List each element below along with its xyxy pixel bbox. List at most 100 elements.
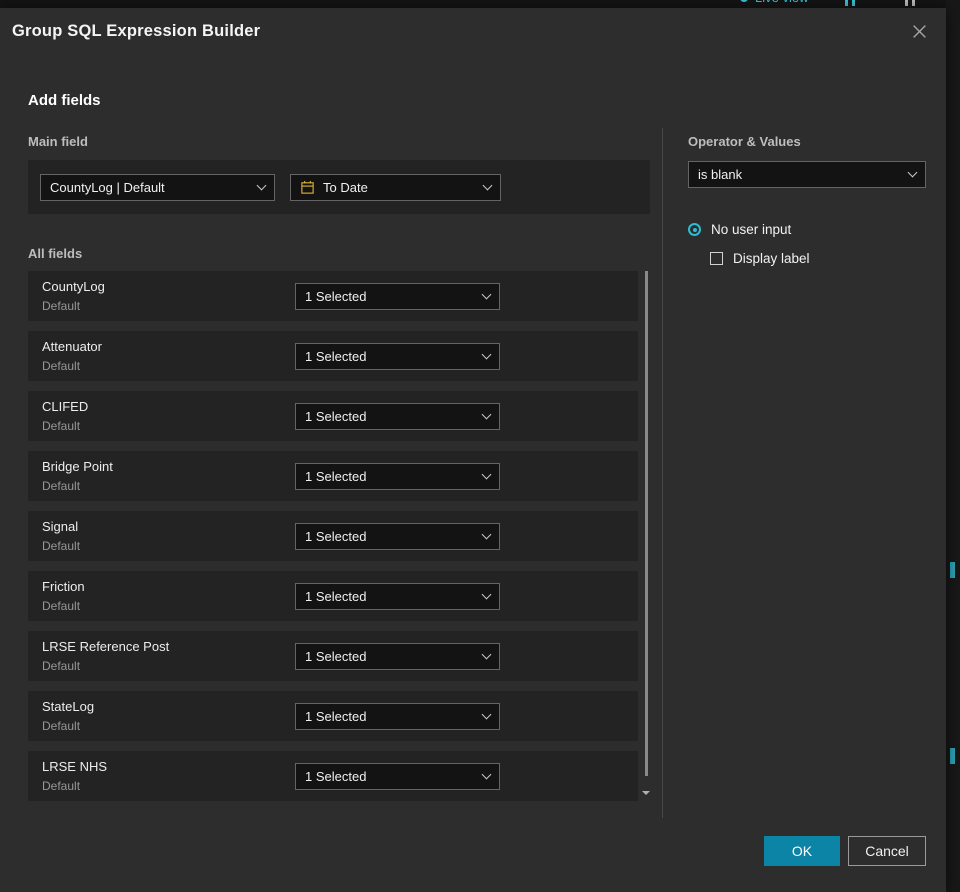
- field-subtitle: Default: [42, 299, 81, 313]
- field-row-text: StateLog Default: [42, 699, 94, 733]
- field-select-value: 1 Selected: [305, 469, 367, 484]
- field-row: Friction Default 1 Selected: [28, 571, 638, 621]
- field-row: Signal Default 1 Selected: [28, 511, 638, 561]
- all-fields-label: All fields: [28, 246, 83, 261]
- field-values-select[interactable]: 1 Selected: [295, 523, 500, 550]
- fields-column: Main field CountyLog | Default To Date A…: [28, 134, 650, 811]
- chevron-down-icon: [482, 180, 493, 190]
- field-row-text: CLIFED Default: [42, 399, 88, 433]
- field-select-value: 1 Selected: [305, 349, 367, 364]
- main-field-label: Main field: [28, 134, 88, 149]
- dialog-footer: OK Cancel: [764, 836, 926, 866]
- dialog-header: Group SQL Expression Builder: [0, 8, 946, 54]
- field-subtitle: Default: [42, 779, 81, 793]
- field-values-select[interactable]: 1 Selected: [295, 283, 500, 310]
- window-controls-icon[interactable]: [905, 0, 915, 6]
- field-values-select[interactable]: 1 Selected: [295, 643, 500, 670]
- field-row: CountyLog Default 1 Selected: [28, 271, 638, 321]
- close-icon: [913, 24, 926, 38]
- field-name: LRSE NHS: [42, 759, 108, 774]
- scroll-down-arrow-icon[interactable]: [642, 791, 650, 799]
- field-name: Signal: [42, 519, 79, 534]
- field-row-text: LRSE NHS Default: [42, 759, 107, 793]
- main-field-panel: CountyLog | Default To Date: [28, 160, 650, 214]
- chevron-down-icon: [481, 289, 492, 300]
- live-view-label: Live view: [755, 0, 808, 5]
- field-row-text: LRSE Reference Post Default: [42, 639, 169, 673]
- field-row-text: Attenuator Default: [42, 339, 102, 373]
- field-subtitle: Default: [42, 539, 81, 553]
- no-user-input-option: No user input: [688, 222, 926, 237]
- operator-values-label: Operator & Values: [688, 134, 801, 149]
- cancel-button[interactable]: Cancel: [848, 836, 926, 866]
- operator-select[interactable]: is blank: [688, 161, 926, 188]
- date-select-value: To Date: [323, 179, 368, 195]
- field-name: StateLog: [42, 699, 95, 714]
- close-button[interactable]: [907, 19, 932, 44]
- field-row-text: Friction Default: [42, 579, 85, 613]
- chevron-down-icon: [481, 649, 492, 660]
- date-field-select[interactable]: To Date: [290, 173, 501, 201]
- field-row-text: Bridge Point Default: [42, 459, 113, 493]
- field-values-select[interactable]: 1 Selected: [295, 583, 500, 610]
- field-subtitle: Default: [42, 479, 81, 493]
- field-values-select[interactable]: 1 Selected: [295, 703, 500, 730]
- field-select-value: 1 Selected: [305, 649, 367, 664]
- scrollbar-thumb[interactable]: [645, 271, 648, 776]
- field-select-value: 1 Selected: [305, 709, 367, 724]
- field-name: Bridge Point: [42, 459, 113, 474]
- operator-select-value: is blank: [698, 167, 743, 182]
- field-values-select[interactable]: 1 Selected: [295, 343, 500, 370]
- field-row-text: CountyLog Default: [42, 279, 105, 313]
- group-sql-expression-builder-dialog: Group SQL Expression Builder Add fields …: [0, 8, 946, 892]
- main-field-select[interactable]: CountyLog | Default: [40, 173, 275, 201]
- display-label-option: Display label: [710, 251, 926, 266]
- backdrop-right-edge: [946, 0, 960, 892]
- field-name: CLIFED: [42, 399, 89, 414]
- calendar-icon: [301, 180, 314, 194]
- display-label-label: Display label: [733, 251, 810, 266]
- field-name: LRSE Reference Post: [42, 639, 170, 654]
- field-row: LRSE NHS Default 1 Selected: [28, 751, 638, 801]
- field-subtitle: Default: [42, 719, 81, 733]
- field-subtitle: Default: [42, 599, 81, 613]
- pause-bars-icon[interactable]: [845, 0, 855, 6]
- backdrop-toolbar: Live view: [0, 0, 946, 8]
- chevron-down-icon: [481, 589, 492, 600]
- field-row: CLIFED Default 1 Selected: [28, 391, 638, 441]
- column-divider: [662, 128, 663, 818]
- field-row: StateLog Default 1 Selected: [28, 691, 638, 741]
- field-subtitle: Default: [42, 659, 81, 673]
- field-subtitle: Default: [42, 359, 81, 373]
- scrollbar[interactable]: [642, 271, 650, 801]
- dialog-title: Group SQL Expression Builder: [12, 21, 261, 40]
- live-view-indicator[interactable]: Live view: [740, 0, 808, 5]
- ok-button[interactable]: OK: [764, 836, 840, 866]
- live-dot-icon: [740, 0, 748, 2]
- add-fields-heading: Add fields: [28, 92, 101, 109]
- field-row: Attenuator Default 1 Selected: [28, 331, 638, 381]
- main-field-select-value: CountyLog | Default: [50, 179, 165, 195]
- no-user-input-radio[interactable]: [688, 223, 701, 236]
- chevron-down-icon: [481, 529, 492, 540]
- chevron-down-icon: [256, 180, 267, 190]
- edge-accent-mark: [950, 562, 955, 578]
- no-user-input-label: No user input: [711, 222, 792, 237]
- field-select-value: 1 Selected: [305, 289, 367, 304]
- field-subtitle: Default: [42, 419, 81, 433]
- chevron-down-icon: [481, 349, 492, 360]
- field-name: CountyLog: [42, 279, 105, 294]
- field-select-value: 1 Selected: [305, 409, 367, 424]
- display-label-checkbox[interactable]: [710, 252, 723, 265]
- chevron-down-icon: [481, 709, 492, 720]
- field-values-select[interactable]: 1 Selected: [295, 763, 500, 790]
- field-name: Attenuator: [42, 339, 102, 354]
- field-row: Bridge Point Default 1 Selected: [28, 451, 638, 501]
- operator-values-column: Operator & Values is blank No user input…: [688, 134, 926, 266]
- field-values-select[interactable]: 1 Selected: [295, 403, 500, 430]
- chevron-down-icon: [907, 167, 918, 178]
- chevron-down-icon: [481, 769, 492, 780]
- field-row: LRSE Reference Post Default 1 Selected: [28, 631, 638, 681]
- edge-accent-mark: [950, 748, 955, 764]
- field-values-select[interactable]: 1 Selected: [295, 463, 500, 490]
